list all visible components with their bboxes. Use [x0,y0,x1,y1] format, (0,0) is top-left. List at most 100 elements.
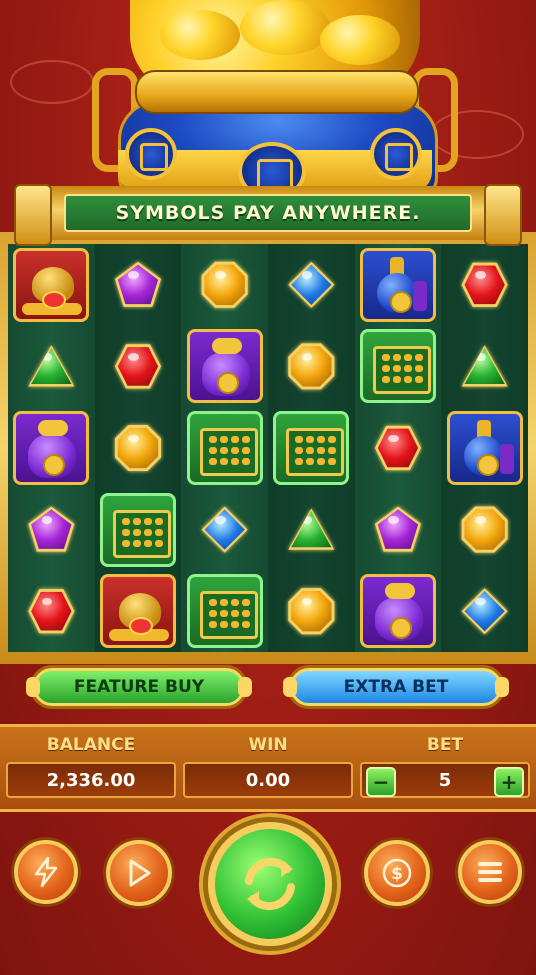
blue-diamond-gem-symbol [283,257,339,313]
gold-abacus-symbol [99,492,176,567]
scroll-end-left [14,184,52,246]
purple-pentagon-gem-symbol [370,502,426,558]
autoplay-button[interactable] [106,840,172,906]
pot-medal [370,128,422,180]
reel-cell [181,489,268,571]
gold-ingot [320,15,400,65]
reel-cell [268,489,355,571]
menu-button[interactable] [458,840,522,904]
lightning-icon [34,857,58,887]
svg-text:$: $ [391,864,403,884]
gold-ingot [160,10,240,60]
reel-cell [355,326,442,408]
reel-cell [181,326,268,408]
gold-octagon-gem-symbol [457,502,513,558]
reel-cell [355,570,442,652]
red-hexagon-gem-symbol [370,420,426,476]
blue-diamond-gem-symbol [197,502,253,558]
bet-decrease-button[interactable]: − [366,767,396,797]
cloud-pattern [10,60,94,104]
dollar-icon: $ [382,858,412,888]
reel-cell [95,326,182,408]
reel-cell [441,407,528,489]
gold-octagon-gem-symbol [283,338,339,394]
red-hexagon-gem-symbol [457,257,513,313]
win-value: 0.00 [183,762,353,798]
turbo-button[interactable] [14,840,78,904]
gold-octagon-gem-symbol [283,583,339,639]
bet-increase-button[interactable]: + [494,767,524,797]
reel-cell [95,407,182,489]
reel-cell [8,244,95,326]
money-frog-symbol [13,247,90,322]
win-label: WIN [248,735,288,755]
red-hexagon-gem-symbol [23,583,79,639]
blue-diamond-gem-symbol [457,583,513,639]
bet-value: 5 [438,769,452,791]
reel-cell [95,570,182,652]
bet-label: BET [426,735,464,755]
reel-cell [95,244,182,326]
balance-value: 2,336.00 [6,762,176,798]
green-triangle-gem-symbol [23,338,79,394]
bottle-symbol [446,410,523,485]
paytable-banner: SYMBOLS PAY ANYWHERE. [14,184,522,246]
spin-button[interactable] [208,822,332,946]
reel-cell [8,489,95,571]
reel-cell [268,326,355,408]
money-bag-symbol [186,329,263,404]
feature-buy-label: FEATURE BUY [73,677,205,697]
red-hexagon-gem-symbol [110,338,166,394]
reel-cell [441,244,528,326]
reel-frame [0,232,536,664]
gold-octagon-gem-symbol [197,257,253,313]
reel-cell [8,407,95,489]
money-bag-symbol [359,574,436,649]
purple-pentagon-gem-symbol [23,502,79,558]
reel-cell [441,326,528,408]
pot-rim [135,70,419,114]
extra-bet-button[interactable]: EXTRA BET [283,668,509,706]
reel-cell [8,326,95,408]
feature-buy-button[interactable]: FEATURE BUY [26,668,252,706]
reel-cell [181,570,268,652]
reel-grid [8,244,528,652]
reel-cell [268,407,355,489]
reel-cell [268,570,355,652]
pill-cap [283,677,297,697]
money-frog-symbol [99,574,176,649]
gold-abacus-symbol [186,574,263,649]
info-panel: BALANCE WIN BET 2,336.00 0.00 5 − + [0,724,536,812]
pill-cap [26,677,40,697]
pot-medal [125,128,177,180]
reel-cell [355,244,442,326]
reel-cell [181,407,268,489]
banner-text: SYMBOLS PAY ANYWHERE. [115,202,421,224]
coin-button[interactable]: $ [364,840,430,906]
reel-cell [441,489,528,571]
scroll-end-right [484,184,522,246]
pill-cap [238,677,252,697]
play-icon [129,859,151,887]
reel-cell [355,489,442,571]
money-bag-symbol [13,410,90,485]
green-triangle-gem-symbol [457,338,513,394]
banner-plate: SYMBOLS PAY ANYWHERE. [64,194,472,232]
gold-abacus-symbol [273,410,350,485]
extra-bet-label: EXTRA BET [343,677,449,697]
hamburger-menu-icon [478,862,502,882]
gold-abacus-symbol [359,329,436,404]
reel-cell [441,570,528,652]
green-triangle-gem-symbol [283,502,339,558]
reel-cell [8,570,95,652]
pill-cap [495,677,509,697]
plus-icon: + [500,770,518,794]
minus-icon: − [372,770,390,794]
spin-arrows-icon [245,857,295,911]
purple-pentagon-gem-symbol [110,257,166,313]
bottle-symbol [359,247,436,322]
reel-cell [181,244,268,326]
reel-cell [268,244,355,326]
gold-abacus-symbol [186,410,263,485]
gold-ingot [240,0,330,55]
